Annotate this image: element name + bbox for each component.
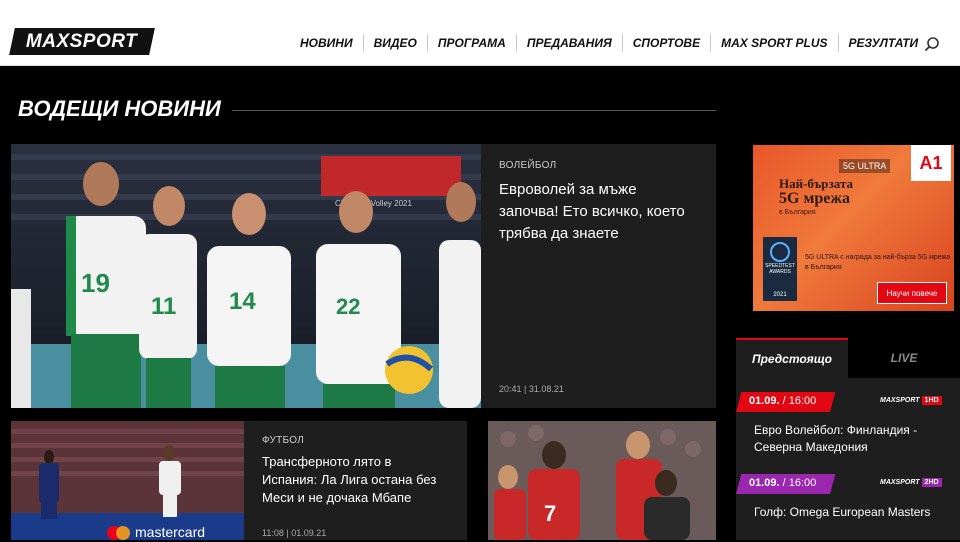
site-logo[interactable]: MAXSPORT (9, 28, 155, 55)
hero-date: 20:41 | 31.08.21 (499, 384, 564, 394)
schedule-list: 01.09. / 16:00 MAXSPORT 1HD Евро Волейбол… (736, 378, 960, 540)
channel-hd-badge: 2HD (921, 478, 942, 487)
site-header: MAXSPORT НОВИНИ ВИДЕО ПРОГРАМА ПРЕДАВАНИ… (0, 0, 960, 66)
a1-logo: A1 (911, 145, 951, 181)
schedule-date: 01.09. (748, 395, 780, 407)
schedule-time: 16:00 (788, 395, 817, 407)
volleyball-team-photo: CEV EuroVolley 2021 19 11 14 22 (11, 144, 481, 408)
svg-text:7: 7 (544, 501, 556, 526)
schedule-time-tag: 01.09. / 16:00 (736, 474, 836, 494)
title-divider (232, 110, 716, 111)
speedtest-award-badge: SPEEDTEST AWARDS 2021 (763, 237, 797, 301)
volleyball-women-photo: 7 (488, 421, 716, 540)
football-photo: mastercard (11, 421, 244, 540)
award-label: SPEEDTEST AWARDS (765, 263, 795, 275)
hero-article-card[interactable]: ВОЛЕЙБОЛ Евроволей за мъже започва! Ето … (481, 144, 716, 408)
article2-category[interactable]: ФУТБОЛ (262, 435, 449, 446)
article2-image-caption: mastercard (135, 524, 205, 540)
5g-ultra-badge: 5G ULTRA (839, 159, 891, 173)
schedule-item[interactable]: 01.09. / 16:00 MAXSPORT 2HD Голф: Omega E… (736, 460, 960, 542)
speedtest-icon (770, 242, 790, 262)
svg-text:19: 19 (81, 268, 110, 298)
search-icon[interactable] (924, 36, 940, 52)
nav-item-sports[interactable]: СПОРТОВЕ (621, 34, 710, 52)
schedule-time: 16:00 (788, 477, 817, 489)
tab-live[interactable]: LIVE (848, 338, 960, 378)
main-nav: НОВИНИ ВИДЕО ПРОГРАМА ПРЕДАВАНИЯ СПОРТОВ… (290, 34, 928, 52)
hero-article-image[interactable]: CEV EuroVolley 2021 19 11 14 22 (11, 144, 481, 408)
channel-logo: MAXSPORT 2HD (880, 478, 942, 487)
logo-text: MAXSPORT (26, 30, 138, 52)
advertisement-banner[interactable]: 5G ULTRA A1 Най-бързата 5G мрежа в Бълга… (753, 145, 954, 311)
channel-logo: MAXSPORT 1HD (880, 396, 942, 405)
nav-item-video[interactable]: ВИДЕО (362, 34, 427, 52)
ad-headline: Най-бързата 5G мрежа (779, 176, 854, 207)
schedule-tabs: Предстоящо LIVE (736, 338, 960, 378)
svg-text:22: 22 (336, 294, 360, 319)
hero-title[interactable]: Евроволей за мъже започва! Ето всичко, к… (499, 179, 698, 245)
tab-upcoming[interactable]: Предстоящо (736, 338, 848, 378)
svg-text:14: 14 (229, 288, 256, 315)
ad-body-text: 5G ULTRA с награда за най-бърза 5G мрежа… (805, 254, 951, 271)
nav-item-shows[interactable]: ПРЕДАВАНИЯ (515, 34, 622, 52)
article2-title[interactable]: Трансферното лято в Испания: Ла Лига ост… (262, 453, 449, 507)
channel-name: MAXSPORT (880, 479, 920, 486)
schedule-time-tag: 01.09. / 16:00 (736, 392, 836, 412)
nav-item-max-sport-plus[interactable]: MAX SPORT PLUS (710, 34, 837, 52)
hero-category[interactable]: ВОЛЕЙБОЛ (499, 160, 698, 171)
svg-text:11: 11 (151, 293, 176, 320)
schedule-title[interactable]: Голф: Omega European Masters (754, 504, 954, 521)
section-title: ВОДЕЩИ НОВИНИ (18, 96, 221, 121)
channel-name: MAXSPORT (880, 397, 920, 404)
learn-more-button[interactable]: Научи повече (877, 282, 947, 304)
ad-headline-line1: Най-бързата (779, 176, 854, 191)
schedule-item[interactable]: 01.09. / 16:00 MAXSPORT 1HD Евро Волейбол… (736, 378, 960, 460)
ad-headline-line2: 5G мрежа (779, 190, 850, 207)
article2-date: 11:08 | 01.09.21 (262, 528, 327, 538)
nav-item-news[interactable]: НОВИНИ (290, 34, 363, 52)
nav-item-program[interactable]: ПРОГРАМА (426, 34, 516, 52)
channel-hd-badge: 1HD (921, 396, 942, 405)
article2-card[interactable]: ФУТБОЛ Трансферното лято в Испания: Ла Л… (244, 421, 467, 540)
ad-subline: в България (779, 209, 816, 216)
article2-image[interactable]: mastercard (11, 421, 244, 540)
article3-image[interactable]: 7 (488, 421, 716, 540)
nav-item-results[interactable]: РЕЗУЛТАТИ (837, 34, 929, 52)
award-year: 2021 (773, 292, 787, 298)
schedule-title[interactable]: Евро Волейбол: Финландия - Северна Макед… (754, 422, 954, 456)
schedule-date: 01.09. (748, 477, 780, 489)
